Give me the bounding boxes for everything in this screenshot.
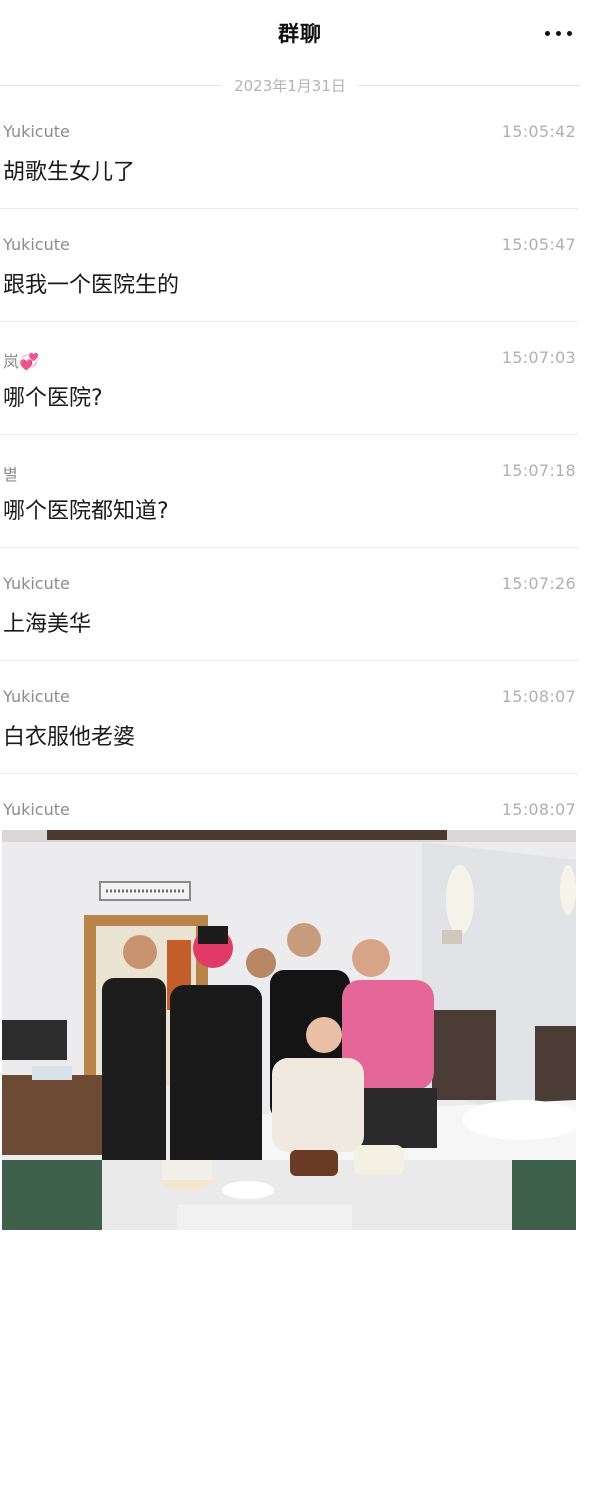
sender-name[interactable]: Yukicute <box>3 122 70 141</box>
message-item[interactable]: Yukicute 15:05:47 跟我一个医院生的 <box>0 209 578 322</box>
sender-name[interactable]: Yukicute <box>3 687 70 706</box>
message-item[interactable]: Yukicute 15:08:07 白衣服他老婆 <box>0 661 578 774</box>
message-time: 15:05:47 <box>501 235 576 254</box>
message-image[interactable] <box>2 830 576 1230</box>
message-text: 白衣服他老婆 <box>3 725 136 750</box>
message-time: 15:08:07 <box>501 687 576 706</box>
message-time: 15:07:26 <box>501 574 576 593</box>
group-photo-image <box>2 830 576 1230</box>
message-list[interactable]: Yukicute 15:05:42 胡歌生女儿了 Yukicute 15:05:… <box>0 96 600 1500</box>
more-options-button[interactable] <box>540 18 576 48</box>
page-title: 群聊 <box>278 22 322 46</box>
sender-name[interactable]: Yukicute <box>3 235 70 254</box>
sender-name[interactable]: Yukicute <box>3 574 70 593</box>
message-time: 15:07:18 <box>501 461 576 480</box>
message-item[interactable]: 岚💞 15:07:03 哪个医院? <box>0 322 578 435</box>
message-item[interactable]: 별 15:07:18 哪个医院都知道? <box>0 435 578 548</box>
message-text: 胡歌生女儿了 <box>3 160 136 185</box>
message-text: 跟我一个医院生的 <box>3 273 180 298</box>
sender-name[interactable]: 별 <box>3 461 18 485</box>
message-item[interactable]: Yukicute 15:07:26 上海美华 <box>0 548 578 661</box>
divider-line <box>357 84 580 86</box>
message-text: 哪个医院? <box>3 386 103 411</box>
message-time: 15:07:03 <box>501 348 576 367</box>
date-label: 2023年1月31日 <box>234 76 346 95</box>
message-time: 15:08:07 <box>501 800 576 819</box>
more-dots-icon <box>544 30 572 36</box>
sender-name[interactable]: Yukicute <box>3 800 70 819</box>
message-text: 上海美华 <box>3 612 92 637</box>
message-item[interactable]: Yukicute 15:08:07 <box>0 774 578 1500</box>
message-item[interactable]: Yukicute 15:05:42 胡歌生女儿了 <box>0 96 578 209</box>
message-text: 哪个医院都知道? <box>3 499 169 524</box>
divider-line <box>0 84 223 86</box>
sender-name[interactable]: 岚💞 <box>3 348 39 372</box>
date-separator: 2023年1月31日 <box>0 72 580 98</box>
message-time: 15:05:42 <box>501 122 576 141</box>
top-bar: 群聊 <box>0 0 600 70</box>
